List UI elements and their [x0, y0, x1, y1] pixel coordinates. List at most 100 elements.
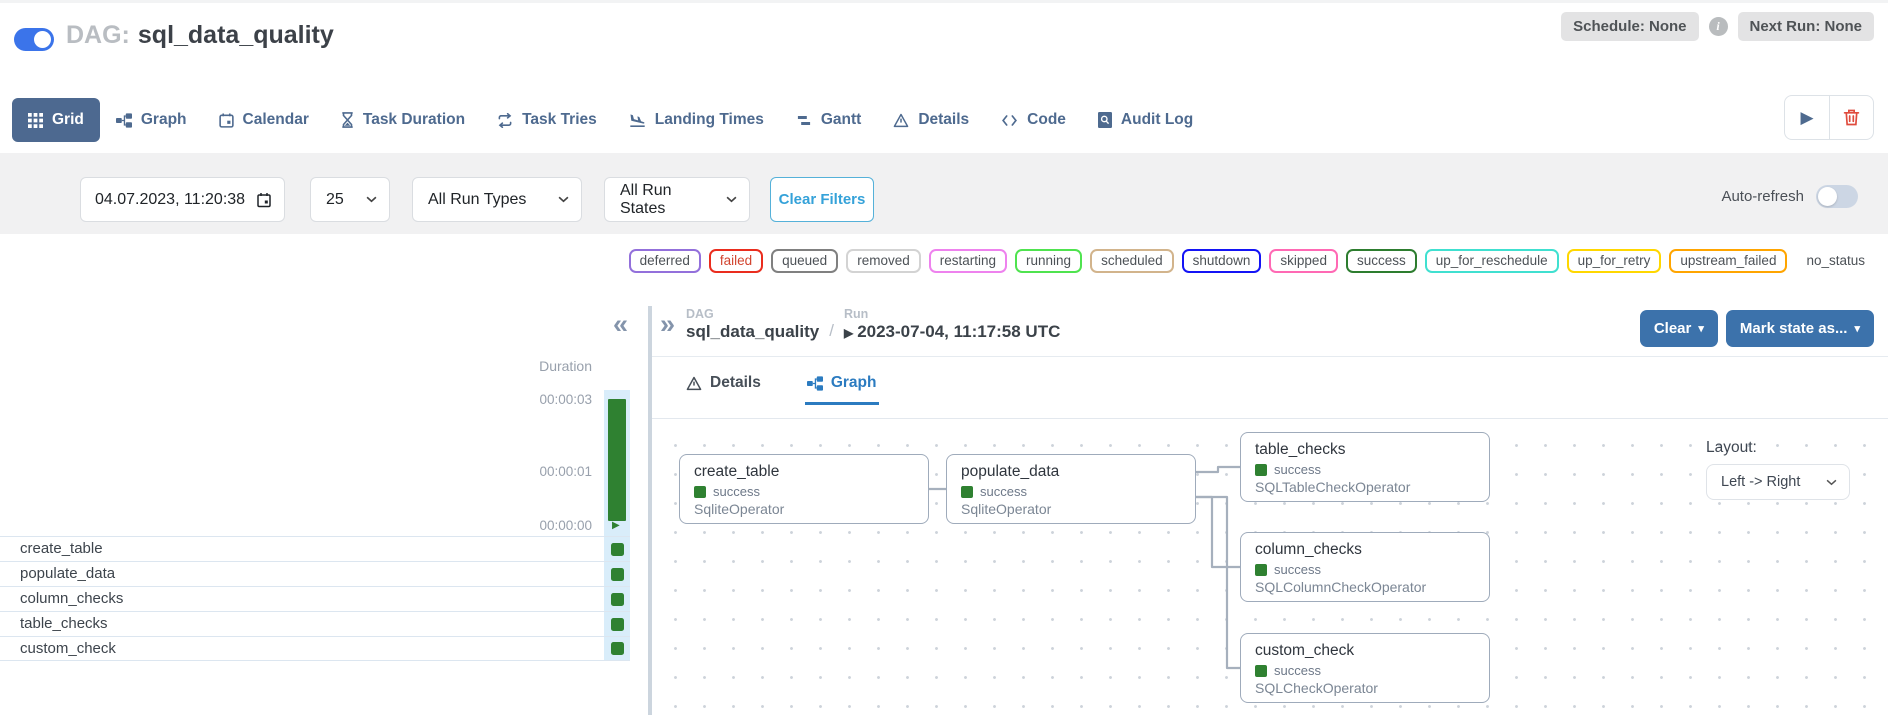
layout-direction-select[interactable]: Left -> Right: [1706, 464, 1850, 500]
warning-triangle-icon: [893, 113, 909, 128]
state-badge-up-for-retry[interactable]: up_for_retry: [1567, 249, 1662, 273]
node-title: column_checks: [1255, 541, 1475, 559]
task-instance-cell[interactable]: [604, 562, 630, 586]
tab-task-tries[interactable]: Task Tries: [481, 98, 613, 142]
airflow-dag-page: DAG:sql_data_quality Schedule: None i Ne…: [0, 0, 1888, 715]
node-operator: SqliteOperator: [694, 501, 914, 517]
state-badge-scheduled[interactable]: scheduled: [1090, 249, 1174, 273]
duration-axis-label: Duration: [539, 358, 592, 374]
state-badge-queued[interactable]: queued: [771, 249, 838, 273]
warning-triangle-icon: [686, 376, 702, 391]
tab-grid[interactable]: Grid: [12, 98, 100, 142]
tab-label: Gantt: [821, 111, 861, 129]
duration-tick: 00:00:01: [539, 464, 592, 479]
state-badge-no-status[interactable]: no_status: [1795, 249, 1876, 273]
grid-icon: [28, 113, 43, 128]
state-badge-upstream-failed[interactable]: upstream_failed: [1669, 249, 1787, 273]
tab-details[interactable]: Details: [877, 98, 985, 142]
info-icon[interactable]: i: [1709, 17, 1728, 36]
task-row-table-checks[interactable]: table_checks: [0, 611, 630, 636]
auto-refresh-toggle[interactable]: [1816, 185, 1858, 208]
tab-audit-log[interactable]: Audit Log: [1082, 98, 1209, 142]
success-square: [1255, 665, 1267, 677]
state-badge-running[interactable]: running: [1015, 249, 1082, 273]
breadcrumb-dag-value[interactable]: sql_data_quality: [686, 322, 819, 342]
clear-run-button[interactable]: Clear▾: [1640, 310, 1718, 347]
state-badge-removed[interactable]: removed: [846, 249, 921, 273]
dag-label: DAG:: [66, 21, 130, 49]
graph-node-table-checks[interactable]: table_checks success SQLTableCheckOperat…: [1240, 432, 1490, 502]
task-row-column-checks[interactable]: column_checks: [0, 586, 630, 611]
tab-calendar[interactable]: Calendar: [203, 98, 325, 142]
calendar-input-icon: [256, 192, 272, 208]
page-header: DAG:sql_data_quality Schedule: None i Ne…: [0, 6, 1888, 68]
success-square: [611, 593, 624, 606]
breadcrumb-run-label: Run: [844, 307, 1060, 321]
mark-state-button[interactable]: Mark state as...▾: [1726, 310, 1874, 347]
toggle-knob: [34, 31, 51, 48]
node-title: populate_data: [961, 463, 1181, 481]
grid-panel: « Duration 00:00:03 00:00:01 00:00:00 ▶ …: [0, 306, 648, 715]
run-tab-graph[interactable]: Graph: [805, 368, 879, 405]
dag-pause-toggle[interactable]: [14, 28, 54, 51]
graph-icon: [116, 113, 132, 128]
graph-node-populate-data[interactable]: populate_data success SqliteOperator: [946, 454, 1196, 524]
task-name: create_table: [20, 537, 103, 561]
state-badge-shutdown[interactable]: shutdown: [1182, 249, 1262, 273]
tab-label: Code: [1027, 111, 1066, 129]
chevron-down-icon: [366, 196, 377, 203]
page-size-value: 25: [326, 191, 344, 209]
success-square: [611, 618, 624, 631]
base-date-input[interactable]: [95, 191, 245, 209]
state-badge-success[interactable]: success: [1346, 249, 1417, 273]
run-states-select[interactable]: All Run States: [604, 177, 750, 222]
toggle-knob: [1818, 187, 1837, 206]
expand-panel-icon[interactable]: »: [660, 308, 675, 340]
graph-node-column-checks[interactable]: column_checks success SQLColumnCheckOper…: [1240, 532, 1490, 602]
main-content: « Duration 00:00:03 00:00:01 00:00:00 ▶ …: [0, 306, 1888, 715]
tab-landing-times[interactable]: Landing Times: [613, 98, 780, 142]
collapse-panel-icon[interactable]: «: [613, 308, 628, 340]
state-badge-failed[interactable]: failed: [709, 249, 763, 273]
page-size-select[interactable]: 25: [310, 177, 390, 222]
tab-task-duration[interactable]: Task Duration: [325, 98, 481, 142]
dag-run-duration-bar[interactable]: ▶: [604, 390, 630, 536]
run-tab-details[interactable]: Details: [684, 368, 763, 405]
dag-name: sql_data_quality: [138, 21, 334, 49]
state-badge-deferred[interactable]: deferred: [629, 249, 701, 273]
schedule-badge: Schedule: None: [1561, 12, 1698, 41]
node-state: success: [980, 484, 1027, 499]
state-badge-up-for-reschedule[interactable]: up_for_reschedule: [1425, 249, 1559, 273]
tab-gantt[interactable]: Gantt: [780, 98, 877, 142]
node-state: success: [1274, 663, 1321, 678]
tab-graph[interactable]: Graph: [100, 98, 203, 142]
task-instance-cell[interactable]: [604, 612, 630, 636]
task-row-create-table[interactable]: create_table: [0, 536, 630, 561]
tab-label: Landing Times: [655, 111, 764, 129]
task-row-custom-check[interactable]: custom_check: [0, 636, 630, 661]
graph-node-custom-check[interactable]: custom_check success SQLCheckOperator: [1240, 633, 1490, 703]
calendar-icon: [219, 113, 234, 128]
clear-filters-button[interactable]: Clear Filters: [770, 177, 874, 222]
delete-dag-button[interactable]: [1829, 96, 1873, 139]
state-badge-restarting[interactable]: restarting: [929, 249, 1007, 273]
task-instance-cell[interactable]: [604, 537, 630, 561]
run-action-buttons: Clear▾ Mark state as...▾: [1640, 310, 1874, 347]
task-name: populate_data: [20, 562, 115, 586]
state-badge-skipped[interactable]: skipped: [1269, 249, 1338, 273]
run-types-select[interactable]: All Run Types: [412, 177, 582, 222]
task-instance-cell[interactable]: [604, 637, 630, 660]
tab-code[interactable]: Code: [985, 98, 1082, 142]
graph-node-create-table[interactable]: create_table success SqliteOperator: [679, 454, 929, 524]
success-square: [611, 568, 624, 581]
filter-bar: 25 All Run Types All Run States Clear Fi…: [0, 153, 1888, 234]
run-states-value: All Run States: [620, 182, 716, 218]
trigger-dag-button[interactable]: ▶: [1785, 96, 1829, 139]
task-row-populate-data[interactable]: populate_data: [0, 561, 630, 586]
base-date-field[interactable]: [80, 177, 285, 222]
breadcrumb-run-value[interactable]: ▶2023-07-04, 11:17:58 UTC: [844, 322, 1060, 342]
tab-label: Details: [710, 374, 761, 392]
task-instance-cell[interactable]: [604, 587, 630, 611]
task-list: create_table populate_data column_checks…: [0, 536, 630, 661]
page-title: DAG: sql_data_quality: [66, 21, 334, 50]
